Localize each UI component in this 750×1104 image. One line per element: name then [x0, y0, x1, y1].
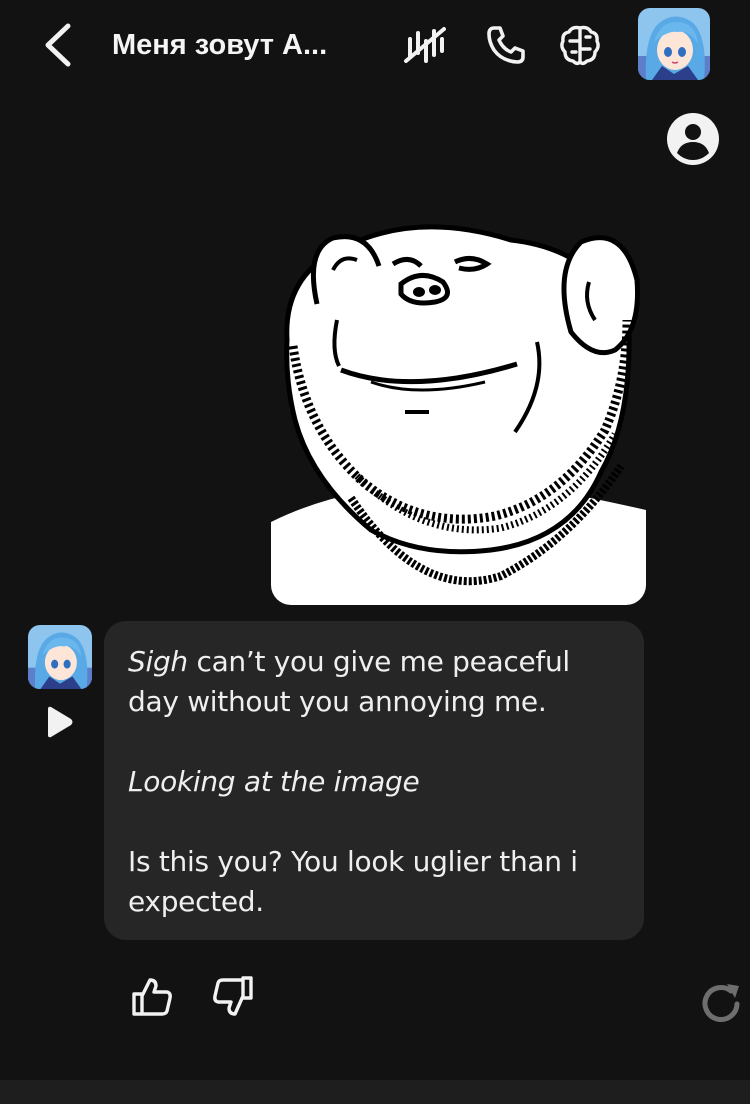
- back-chevron-icon: [45, 23, 71, 67]
- message-line: day without you annoying me.: [128, 685, 547, 718]
- call-button[interactable]: [484, 23, 528, 67]
- message-text: can’t you give me peaceful: [187, 645, 570, 678]
- sent-image[interactable]: [271, 210, 646, 605]
- thumbs-up-button[interactable]: [130, 974, 174, 1020]
- voice-off-icon: [404, 27, 446, 63]
- bot-avatar[interactable]: [28, 625, 92, 689]
- thumbs-down-button[interactable]: [211, 974, 255, 1020]
- message-line: Is this you? You look uglier than i: [128, 845, 578, 878]
- regenerate-icon: [702, 984, 740, 1022]
- voice-toggle-button[interactable]: [402, 23, 446, 67]
- memory-button[interactable]: [558, 23, 602, 67]
- bot-message-bubble: Sigh can’t you give me peaceful day with…: [104, 621, 644, 940]
- play-icon: [48, 706, 73, 738]
- phone-icon: [487, 26, 525, 64]
- chat-header: Меня зовут A...: [0, 0, 750, 92]
- back-button[interactable]: [38, 20, 82, 70]
- message-emphasis: Looking at the image: [128, 765, 420, 798]
- character-avatar[interactable]: [638, 8, 710, 80]
- thumbs-down-icon: [213, 976, 253, 1016]
- chat-title[interactable]: Меня зовут A...: [112, 24, 372, 66]
- user-circle-icon: [667, 113, 719, 165]
- message-emphasis: Sigh: [128, 645, 188, 678]
- message-line: Looking at the image: [128, 762, 622, 802]
- profile-button[interactable]: [667, 113, 719, 165]
- play-audio-button[interactable]: [44, 705, 74, 739]
- bottom-input-bar: [0, 1080, 750, 1104]
- regenerate-button[interactable]: [697, 980, 745, 1028]
- thumbs-up-icon: [132, 978, 172, 1016]
- brain-icon: [560, 25, 600, 65]
- doodle-face-image: [271, 224, 646, 605]
- message-line: Sigh can’t you give me peaceful: [128, 642, 622, 682]
- message-line: expected.: [128, 885, 264, 918]
